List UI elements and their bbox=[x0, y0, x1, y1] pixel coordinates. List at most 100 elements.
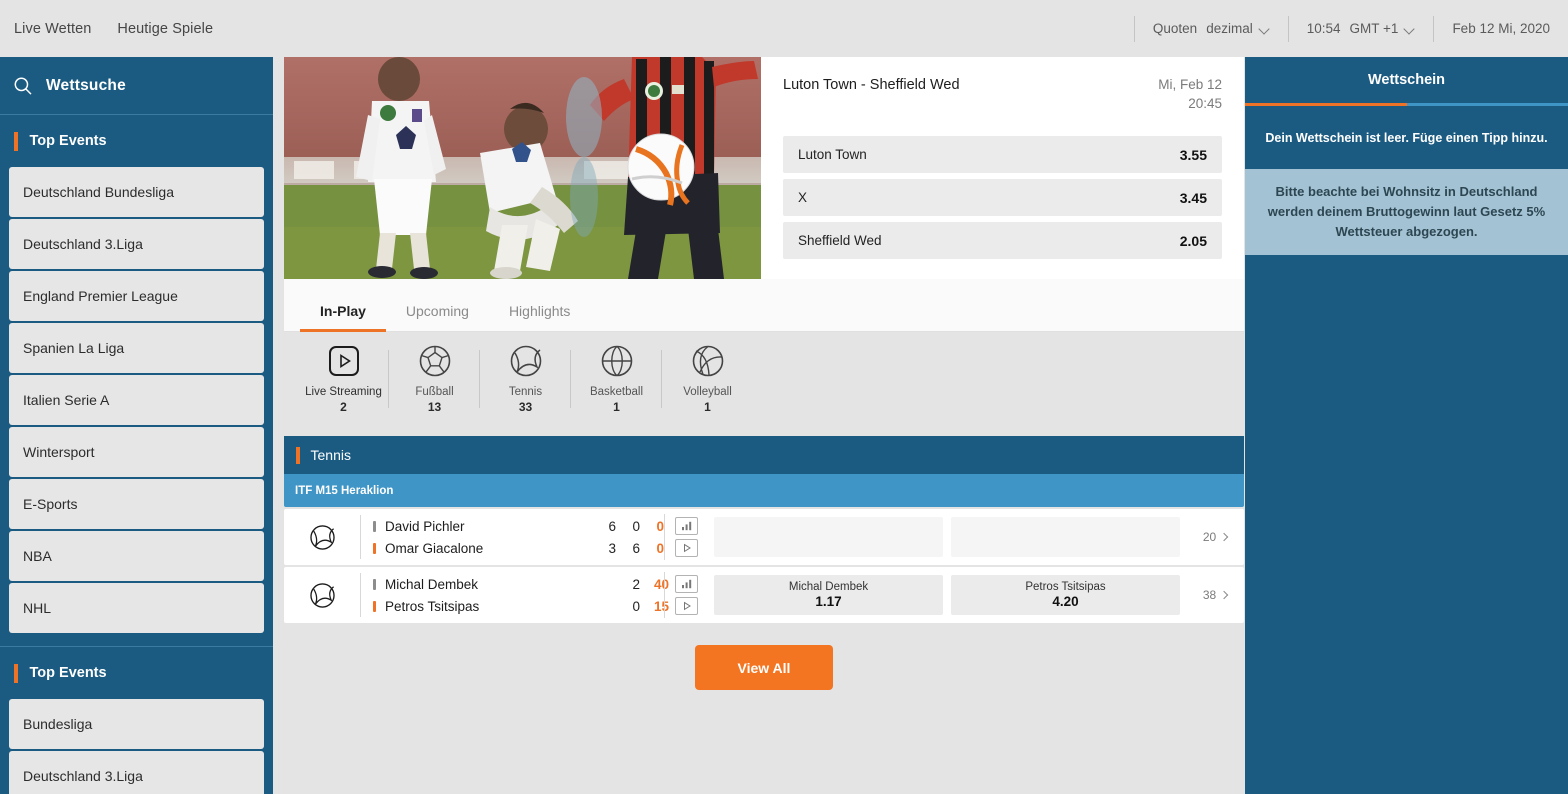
live-stream-play-icon[interactable] bbox=[675, 597, 698, 615]
left-sidebar: Wettsuche Top Events Deutschland Bundesl… bbox=[0, 57, 273, 794]
chevron-right-icon bbox=[1219, 532, 1229, 542]
sidebar-item-england-premier-league[interactable]: England Premier League bbox=[9, 271, 264, 321]
featured-match-date: Mi, Feb 12 bbox=[1158, 77, 1222, 92]
featured-odd-draw[interactable]: X 3.45 bbox=[783, 179, 1222, 216]
chevron-right-icon bbox=[1219, 590, 1229, 600]
sidebar-item-nhl[interactable]: NHL bbox=[9, 583, 264, 633]
sidebar-item-e-sports[interactable]: E-Sports bbox=[9, 479, 264, 529]
featured-match-title[interactable]: Luton Town - Sheffield Wed bbox=[783, 75, 960, 93]
view-all-container: View All bbox=[284, 645, 1244, 690]
featured-odd-value: 3.45 bbox=[1179, 189, 1207, 206]
tab-upcoming[interactable]: Upcoming bbox=[386, 303, 489, 331]
tab-highlights[interactable]: Highlights bbox=[489, 303, 590, 331]
bet-slip-tab-active-indicator bbox=[1245, 103, 1407, 106]
league-name: ITF M15 Heraklion bbox=[295, 484, 394, 497]
sidebar-item-spanien-la-liga[interactable]: Spanien La Liga bbox=[9, 323, 264, 373]
timezone-label: GMT +1 bbox=[1349, 21, 1399, 36]
serve-indicator-icon bbox=[373, 542, 376, 554]
football-icon bbox=[418, 342, 452, 380]
odds-format-selector[interactable]: Quoten dezimal bbox=[1133, 15, 1288, 42]
odds-label: Petros Tsitsipas bbox=[1025, 581, 1106, 593]
match-scoreboard: 2 40 0 15 bbox=[584, 573, 669, 617]
score-line: 2 40 bbox=[584, 573, 669, 595]
more-markets-link[interactable]: 38 bbox=[1186, 588, 1244, 602]
sport-filter-live-streaming[interactable]: Live Streaming 2 bbox=[298, 342, 389, 414]
sidebar-item-wintersport[interactable]: Wintersport bbox=[9, 427, 264, 477]
sport-name: Fußball bbox=[415, 386, 454, 398]
chevron-down-icon bbox=[1260, 24, 1270, 34]
nav-link-heutige-spiele[interactable]: Heutige Spiele bbox=[117, 21, 213, 37]
sidebar-item-deutschland-3liga-2[interactable]: Deutschland 3.Liga bbox=[9, 751, 264, 794]
nav-link-live-wetten[interactable]: Live Wetten bbox=[14, 21, 91, 37]
sport-filter-basketball[interactable]: Basketball 1 bbox=[570, 342, 662, 414]
featured-match-panel: Luton Town - Sheffield Wed Mi, Feb 12 20… bbox=[284, 57, 1244, 279]
section-title-label: Top Events bbox=[29, 665, 107, 681]
sport-count: 2 bbox=[340, 400, 347, 414]
bet-slip-panel: Wettschein Dein Wettschein ist leer. Füg… bbox=[1245, 57, 1568, 794]
sidebar-item-deutschland-3liga[interactable]: Deutschland 3.Liga bbox=[9, 219, 264, 269]
main-content: Luton Town - Sheffield Wed Mi, Feb 12 20… bbox=[284, 57, 1244, 794]
current-time: 10:54 bbox=[1306, 21, 1341, 36]
more-markets-link[interactable]: 20 bbox=[1186, 530, 1244, 544]
bet-slip-tax-notice: Bitte beachte bei Wohnsitz in Deutschlan… bbox=[1245, 169, 1568, 255]
content-tabs: In-Play Upcoming Highlights bbox=[284, 279, 1244, 332]
odds-value: 1.17 bbox=[815, 594, 842, 609]
timezone-selector[interactable]: 10:54 GMT +1 bbox=[1287, 15, 1434, 42]
sport-filter-volleyball[interactable]: Volleyball 1 bbox=[661, 342, 753, 414]
set-score: 2 bbox=[632, 576, 640, 592]
bet-slip-tab[interactable]: Wettschein bbox=[1245, 57, 1568, 103]
odds-format-label: Quoten bbox=[1152, 21, 1198, 36]
view-all-button[interactable]: View All bbox=[695, 645, 833, 690]
featured-odd-away[interactable]: Sheffield Wed 2.05 bbox=[783, 222, 1222, 259]
tab-in-play[interactable]: In-Play bbox=[300, 303, 386, 332]
odds-button-suspended bbox=[951, 517, 1180, 557]
tennis-icon bbox=[284, 524, 360, 551]
featured-odd-home[interactable]: Luton Town 3.55 bbox=[783, 136, 1222, 173]
sport-filter-football[interactable]: Fußball 13 bbox=[388, 342, 480, 414]
statistics-icon[interactable] bbox=[675, 575, 698, 593]
match-controls bbox=[664, 572, 708, 618]
section-title: Top Events bbox=[0, 115, 273, 167]
sport-name: Tennis bbox=[508, 386, 543, 398]
match-row[interactable]: David Pichler Omar Giacalone 6 0 0 3 6 0 bbox=[284, 509, 1244, 565]
sidebar-item-nba[interactable]: NBA bbox=[9, 531, 264, 581]
odds-button-suspended bbox=[714, 517, 943, 557]
sport-filter-tennis[interactable]: Tennis 33 bbox=[479, 342, 571, 414]
set-score: 3 bbox=[608, 540, 616, 556]
match-odds bbox=[708, 517, 1186, 557]
sport-name: Basketball bbox=[589, 386, 644, 398]
player-row: Petros Tsitsipas bbox=[373, 595, 584, 617]
league-header[interactable]: ITF M15 Heraklion bbox=[284, 474, 1244, 507]
score-line: 3 6 0 bbox=[584, 537, 664, 559]
chevron-down-icon bbox=[1405, 24, 1415, 34]
section-title: Top Events bbox=[0, 647, 273, 699]
odds-button-player1[interactable]: Michal Dembek 1.17 bbox=[714, 575, 943, 615]
current-date: Feb 12 Mi, 2020 bbox=[1433, 15, 1552, 42]
statistics-icon[interactable] bbox=[675, 517, 698, 535]
sidebar-item-italien-serie-a[interactable]: Italien Serie A bbox=[9, 375, 264, 425]
match-players: David Pichler Omar Giacalone bbox=[360, 515, 584, 559]
top-nav-links: Live Wetten Heutige Spiele bbox=[0, 21, 213, 37]
featured-odd-name: X bbox=[798, 190, 808, 205]
sport-count: 1 bbox=[704, 400, 711, 414]
live-stream-play-icon[interactable] bbox=[675, 539, 698, 557]
featured-odd-value: 2.05 bbox=[1179, 232, 1207, 249]
section-accent-bar bbox=[14, 131, 18, 151]
player-name: David Pichler bbox=[385, 518, 465, 534]
featured-match-info: Luton Town - Sheffield Wed Mi, Feb 12 20… bbox=[761, 57, 1244, 279]
section-title-label: Top Events bbox=[29, 133, 107, 149]
match-row[interactable]: Michal Dembek Petros Tsitsipas 2 40 0 15 bbox=[284, 567, 1244, 623]
category-header-tennis[interactable]: Tennis bbox=[284, 436, 1244, 474]
player-row: Michal Dembek bbox=[373, 573, 584, 595]
featured-match-header: Luton Town - Sheffield Wed Mi, Feb 12 20… bbox=[783, 75, 1222, 113]
top-nav-settings: Quoten dezimal 10:54 GMT +1 Feb 12 Mi, 2… bbox=[1133, 0, 1568, 57]
sidebar-item-bundesliga[interactable]: Bundesliga bbox=[9, 699, 264, 749]
category-name: Tennis bbox=[310, 447, 351, 463]
tennis-icon bbox=[509, 342, 543, 380]
featured-odd-value: 3.55 bbox=[1179, 146, 1207, 163]
odds-button-player2[interactable]: Petros Tsitsipas 4.20 bbox=[951, 575, 1180, 615]
set-score: 0 bbox=[632, 598, 640, 614]
game-points: 0 bbox=[656, 518, 664, 534]
sidebar-item-deutschland-bundesliga[interactable]: Deutschland Bundesliga bbox=[9, 167, 264, 217]
bet-search[interactable]: Wettsuche bbox=[0, 57, 273, 115]
